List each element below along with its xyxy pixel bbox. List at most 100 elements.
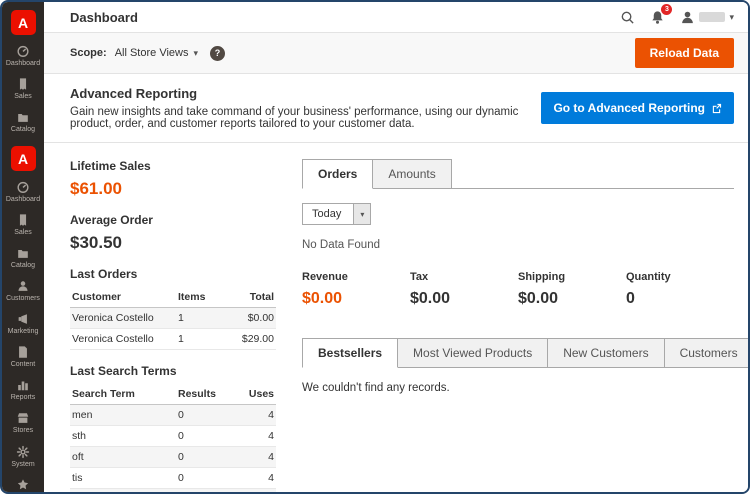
top-header: Dashboard 3 ▾ (44, 2, 748, 33)
column-header: Search Term (70, 384, 176, 405)
bottom-empty-message: We couldn't find any records. (302, 382, 734, 394)
totals-row: Revenue $0.00 Tax $0.00 Shipping $0.00 Q… (302, 271, 734, 308)
chevron-down-icon: ▾ (729, 13, 734, 22)
chevron-down-icon: ▾ (353, 204, 370, 224)
sidebar-item-marketing[interactable]: Marketing (2, 308, 44, 341)
admin-sidebar: A Dashboard Sales Catalog A Dashboard Sa… (2, 2, 44, 492)
sidebar-item-content[interactable]: Content (2, 341, 44, 374)
chart-no-data-message: No Data Found (302, 239, 734, 251)
sidebar-item-label: Dashboard (3, 60, 43, 68)
sidebar-item-label: Marketing (3, 328, 43, 336)
table-row[interactable]: edt 0 4 (70, 489, 276, 493)
marketing-icon (16, 312, 30, 326)
sidebar-item-label: Customers (3, 295, 43, 303)
sidebar-item-stores[interactable]: Stores (2, 407, 44, 440)
column-header: Customer (70, 287, 176, 308)
main-area: Dashboard 3 ▾ Scope: All Store Views (44, 2, 748, 492)
sidebar-item-sales[interactable]: Sales (2, 73, 44, 106)
sales-icon (16, 77, 30, 91)
search-icon[interactable] (620, 10, 635, 25)
table-row[interactable]: men 0 4 (70, 405, 276, 426)
help-icon[interactable]: ? (210, 46, 225, 61)
tab-most-viewed-products[interactable]: Most Viewed Products (397, 338, 548, 368)
stores-icon (16, 411, 30, 425)
external-link-icon (711, 103, 722, 114)
adobe-logo[interactable]: A (11, 10, 36, 35)
lifetime-sales-label: Lifetime Sales (70, 159, 276, 173)
metric-shipping: Shipping $0.00 (518, 271, 626, 308)
advanced-reporting-banner: Advanced Reporting Gain new insights and… (44, 74, 748, 143)
sidebar-item-catalog[interactable]: Catalog (2, 242, 44, 275)
dashboard-icon (16, 44, 30, 58)
sidebar-item-label: System (3, 461, 43, 469)
advanced-reporting-title: Advanced Reporting (70, 86, 521, 101)
sidebar-item-sales[interactable]: Sales (2, 209, 44, 242)
notifications-bell-icon[interactable]: 3 (650, 10, 665, 25)
last-orders-title: Last Orders (70, 267, 276, 281)
sales-icon (16, 213, 30, 227)
scope-bar: Scope: All Store Views ▾ ? Reload Data (44, 33, 748, 74)
dashboard-icon (16, 180, 30, 194)
sidebar-item-label: Reports (3, 394, 43, 402)
sidebar-item-dashboard[interactable]: Dashboard (2, 176, 44, 209)
sidebar-item-label: Catalog (3, 262, 43, 270)
period-value: Today (303, 204, 353, 224)
table-row[interactable]: sth 0 4 (70, 426, 276, 447)
notifications-badge: 3 (661, 4, 672, 15)
catalog-icon (16, 246, 30, 260)
average-order-value: $30.50 (70, 233, 276, 253)
system-icon (16, 445, 30, 459)
catalog-icon (16, 110, 30, 124)
table-row[interactable]: Veronica Costello 1 $29.00 (70, 329, 276, 350)
last-search-terms-title: Last Search Terms (70, 364, 276, 378)
sidebar-item-label: Dashboard (3, 196, 43, 204)
column-header: Items (176, 287, 228, 308)
sidebar-item-reports[interactable]: Reports (2, 374, 44, 407)
period-select[interactable]: Today ▾ (302, 203, 371, 225)
metric-revenue: Revenue $0.00 (302, 271, 410, 308)
tab-bestsellers[interactable]: Bestsellers (302, 338, 398, 368)
sidebar-item-dashboard[interactable]: Dashboard (2, 40, 44, 73)
find-partners-icon (16, 478, 30, 492)
sidebar-item-customers[interactable]: Customers (2, 275, 44, 308)
advanced-reporting-description: Gain new insights and take command of yo… (70, 106, 521, 130)
chevron-down-icon: ▾ (193, 49, 198, 58)
account-menu[interactable]: ▾ (680, 10, 734, 25)
tab-customers[interactable]: Customers (664, 338, 748, 368)
user-name-placeholder (699, 12, 725, 22)
column-header: Results (176, 384, 228, 405)
last-search-terms-table: Search Term Results Uses men 0 4 sth (70, 384, 276, 492)
magento-admin-window: A Dashboard Sales Catalog A Dashboard Sa… (0, 0, 750, 494)
last-orders-table: Customer Items Total Veronica Costello 1… (70, 287, 276, 350)
sidebar-item-label: Sales (3, 93, 43, 101)
chart-tabs: Orders Amounts (302, 159, 734, 189)
sidebar-item-find-partners[interactable]: Find Partners & Extensions (2, 474, 44, 492)
metric-tax: Tax $0.00 (410, 271, 518, 308)
content-icon (16, 345, 30, 359)
adobe-logo[interactable]: A (11, 146, 36, 171)
scope-label: Scope: (70, 47, 107, 59)
user-icon (680, 10, 695, 25)
customers-icon (16, 279, 30, 293)
lifetime-sales-value: $61.00 (70, 179, 276, 199)
column-header: Uses (228, 384, 276, 405)
bottom-tabs: Bestsellers Most Viewed Products New Cus… (302, 338, 734, 368)
table-row[interactable]: oft 0 4 (70, 447, 276, 468)
sidebar-item-label: Stores (3, 427, 43, 435)
table-row[interactable]: Veronica Costello 1 $0.00 (70, 308, 276, 329)
tab-new-customers[interactable]: New Customers (547, 338, 664, 368)
metric-quantity: Quantity 0 (626, 271, 734, 308)
sidebar-item-system[interactable]: System (2, 441, 44, 474)
table-row[interactable]: tis 0 4 (70, 468, 276, 489)
tab-amounts[interactable]: Amounts (372, 159, 451, 189)
sidebar-item-label: Content (3, 361, 43, 369)
page-title: Dashboard (70, 10, 138, 25)
store-view-value: All Store Views (115, 47, 189, 59)
sidebar-item-catalog[interactable]: Catalog (2, 106, 44, 139)
column-header: Total (228, 287, 276, 308)
tab-orders[interactable]: Orders (302, 159, 373, 189)
reports-icon (16, 378, 30, 392)
store-view-switcher[interactable]: All Store Views ▾ (115, 47, 198, 59)
go-to-advanced-reporting-button[interactable]: Go to Advanced Reporting (541, 92, 734, 124)
reload-data-button[interactable]: Reload Data (635, 38, 734, 68)
